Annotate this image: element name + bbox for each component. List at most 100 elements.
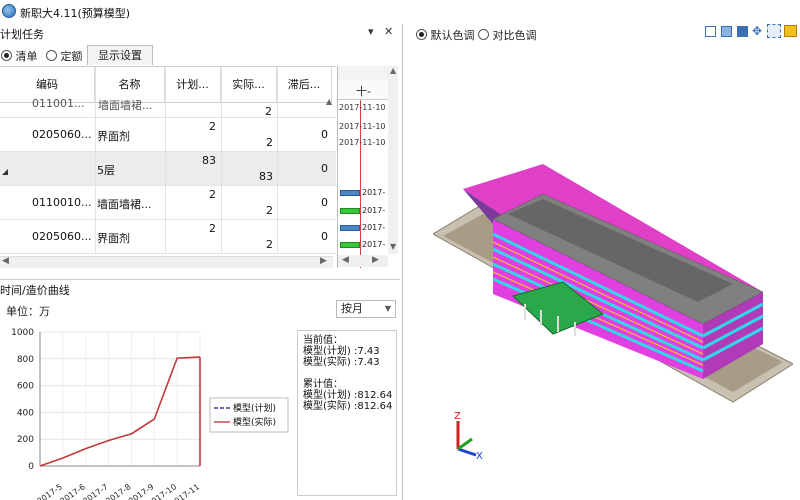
scroll-left-icon[interactable]: ◀: [2, 256, 9, 266]
view-side-icon[interactable]: [721, 26, 732, 37]
cell-plan: 2: [209, 120, 216, 133]
scroll-up-icon[interactable]: ▲: [326, 97, 332, 106]
gantt-date: 2017-11-10: [339, 122, 386, 131]
gantt-date: 2017-11-10: [339, 103, 386, 112]
fit-view-icon[interactable]: [767, 24, 781, 38]
gantt-panel: 十- 2017-11-10 2017-11-10 2017-11-10 2017…: [337, 66, 398, 268]
gantt-vertical-scrollbar[interactable]: ▲ ▼: [388, 66, 398, 254]
cell-code: 0205060...: [32, 128, 92, 141]
period-select-value: 按月: [341, 302, 363, 315]
radio-checked-icon: [1, 50, 12, 61]
table-row-selected[interactable]: ◢ 5层 83 83 0: [0, 152, 336, 186]
color-mode-compare[interactable]: 对比色调: [478, 27, 537, 43]
gantt-plan-bar[interactable]: [340, 225, 360, 231]
gantt-bar-label: 2017-: [362, 223, 386, 232]
y-tick-label: 600: [17, 382, 34, 392]
cell-lag: 0: [321, 196, 328, 209]
vertical-scrollbar[interactable]: ▲: [326, 97, 334, 253]
cell-code: 011001...: [32, 97, 85, 110]
grid-divider: [221, 67, 222, 254]
column-header-plan[interactable]: 计划...: [165, 67, 221, 103]
cell-code: 0205060...: [32, 230, 92, 243]
pan-move-icon[interactable]: ✥: [752, 24, 762, 38]
cell-actual: 2: [266, 238, 273, 251]
cell-actual: 83: [259, 170, 273, 183]
tab-quota[interactable]: 定额: [46, 48, 83, 64]
tab-quota-label: 定额: [60, 50, 83, 63]
plan-grid: 编码 名称 计划... 实际... 滞后... 011001... 墙面墙裙..…: [0, 66, 336, 268]
gantt-bar-label: 2017-: [362, 240, 386, 249]
gantt-plan-bar[interactable]: [340, 190, 360, 196]
color-mode-default[interactable]: 默认色调: [416, 27, 475, 43]
table-row[interactable]: 011001... 墙面墙裙... 2: [0, 97, 336, 118]
tab-list[interactable]: 清单: [1, 48, 38, 64]
cumulative-plan-value: 模型(计划) :812.64: [303, 390, 393, 401]
unit-label: 单位：万: [6, 305, 50, 318]
title-bar: 新职大4.11(预算模型): [0, 0, 800, 24]
cell-code: 0110010...: [32, 196, 92, 209]
cost-curve-chart: 020040060080010002017-52017-62017-72017-…: [11, 328, 289, 500]
radio-checked-icon: [416, 29, 427, 40]
legend-label: 模型(实际): [233, 416, 276, 428]
horizontal-scrollbar[interactable]: ◀ ▶: [0, 256, 333, 268]
cell-plan: 2: [209, 222, 216, 235]
y-tick-label: 800: [17, 355, 34, 365]
pane-close-icon[interactable]: ✕: [384, 25, 393, 38]
cell-actual: 2: [266, 136, 273, 149]
cell-lag: 0: [321, 162, 328, 175]
app-logo-icon: [2, 4, 16, 18]
y-tick-label: 1000: [11, 328, 34, 338]
column-header-lag[interactable]: 滞后...: [277, 67, 332, 103]
table-row[interactable]: 0205060... 界面剂 2 2 0: [0, 118, 336, 152]
scroll-up-icon[interactable]: ▲: [390, 66, 396, 75]
cumulative-value-label: 累计值：: [303, 379, 343, 390]
pane-pin-icon[interactable]: ▾: [368, 25, 374, 38]
export-icon[interactable]: [784, 25, 797, 37]
legend-label: 模型(计划): [233, 402, 276, 414]
cell-name: 界面剂: [97, 232, 130, 245]
radio-unchecked-icon: [46, 50, 57, 61]
gantt-actual-bar[interactable]: [340, 242, 360, 248]
scroll-right-icon[interactable]: ▶: [320, 256, 327, 266]
cell-name: 墙面墙裙...: [98, 99, 153, 112]
scroll-right-icon[interactable]: ▶: [372, 255, 379, 265]
view-solid-icon[interactable]: [737, 26, 748, 37]
view-front-icon[interactable]: [705, 26, 716, 37]
radio-unchecked-icon: [478, 29, 489, 40]
display-settings-button[interactable]: 显示设置: [87, 45, 153, 65]
tab-list-label: 清单: [15, 50, 38, 63]
table-row[interactable]: 0110010... 墙面墙裙... 2 2 0: [0, 186, 336, 220]
table-row[interactable]: 0205060... 界面剂 2 2 0: [0, 220, 336, 254]
cell-name: 界面剂: [97, 130, 130, 143]
grid-divider: [95, 67, 96, 254]
color-mode-compare-label: 对比色调: [492, 29, 537, 42]
plan-pane-header: 计划任务 ▾ ✕: [0, 24, 400, 42]
cell-lag: 0: [321, 230, 328, 243]
expand-arrow-icon[interactable]: ◢: [2, 167, 8, 176]
model-view-pane[interactable]: 默认色调 对比色调 ✥ Z X: [402, 24, 800, 500]
building-3d-model[interactable]: [433, 164, 793, 404]
series-line-0: [39, 356, 201, 467]
axis-x-label: X: [476, 451, 483, 461]
gantt-horizontal-scrollbar[interactable]: ◀ ▶: [338, 255, 388, 267]
axis-z-label: Z: [454, 411, 461, 422]
gantt-bar-label: 2017-: [362, 188, 386, 197]
grid-divider: [277, 67, 278, 254]
period-select[interactable]: 按月 ▼: [336, 300, 396, 318]
cell-name: 5层: [97, 164, 115, 177]
gantt-date: 2017-11-10: [339, 138, 386, 147]
cell-plan: 2: [209, 188, 216, 201]
cumulative-actual-value: 模型(实际) :812.64: [303, 401, 393, 412]
y-tick-label: 400: [17, 408, 34, 418]
scroll-left-icon[interactable]: ◀: [342, 255, 349, 265]
scroll-down-icon[interactable]: ▼: [390, 242, 396, 251]
series-line-1: [39, 356, 201, 467]
gantt-actual-bar[interactable]: [340, 208, 360, 214]
window-title: 新职大4.11(预算模型): [20, 7, 131, 20]
column-header-actual[interactable]: 实际...: [221, 67, 277, 103]
color-mode-default-label: 默认色调: [430, 29, 475, 42]
y-tick-label: 0: [28, 462, 34, 472]
plan-pane-title: 计划任务: [0, 28, 44, 41]
value-info-box: 当前值： 模型(计划) :7.43 模型(实际) :7.43 累计值： 模型(计…: [297, 330, 397, 496]
gantt-header-label: 十-: [356, 85, 371, 98]
